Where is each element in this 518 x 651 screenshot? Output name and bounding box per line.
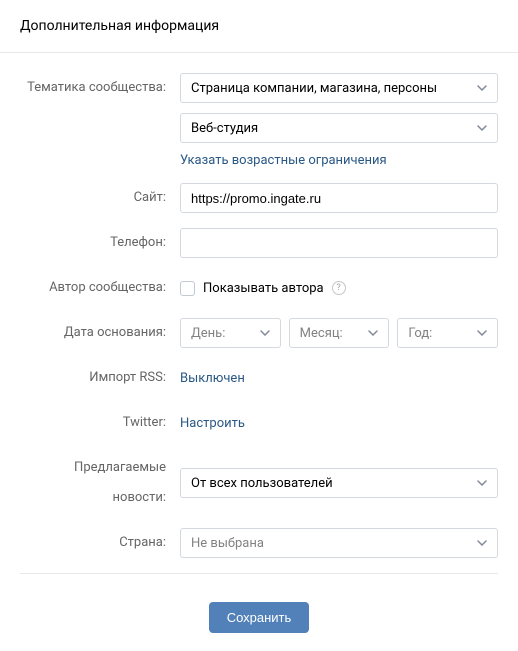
- chevron-down-icon: [477, 330, 487, 336]
- control-country: Не выбрана: [180, 528, 498, 558]
- author-checkbox-label: Показывать автора: [203, 281, 324, 296]
- age-restriction-link-text: Указать возрастные ограничения: [180, 153, 387, 168]
- row-phone: Телефон:: [20, 228, 498, 258]
- label-news: Предлагаемые новости:: [20, 453, 180, 513]
- select-foundation-year[interactable]: Год:: [397, 318, 498, 348]
- select-country-value: Не выбрана: [191, 536, 264, 551]
- button-area: Сохранить: [0, 584, 518, 651]
- row-site: Сайт:: [20, 183, 498, 213]
- control-site: [180, 183, 498, 213]
- foundation-date-group: День: Месяц: Год:: [180, 318, 498, 348]
- label-country: Страна:: [20, 528, 180, 558]
- row-topic: Тематика сообщества: Страница компании, …: [20, 73, 498, 168]
- row-foundation: Дата основания: День: Месяц: Год:: [20, 318, 498, 348]
- select-foundation-day[interactable]: День:: [180, 318, 281, 348]
- select-news[interactable]: От всех пользователей: [180, 468, 498, 498]
- chevron-down-icon: [368, 330, 378, 336]
- label-phone: Телефон:: [20, 228, 180, 258]
- label-topic: Тематика сообщества:: [20, 73, 180, 103]
- label-rss: Импорт RSS:: [20, 363, 180, 393]
- select-foundation-year-value: Год:: [408, 326, 432, 341]
- row-author: Автор сообщества: Показывать автора ?: [20, 273, 498, 303]
- author-checkbox[interactable]: [180, 281, 195, 296]
- phone-input-wrapper: [180, 228, 498, 258]
- row-rss: Импорт RSS: Выключен: [20, 363, 498, 393]
- label-author: Автор сообщества:: [20, 273, 180, 303]
- author-checkbox-row: Показывать автора ?: [180, 273, 498, 303]
- select-country[interactable]: Не выбрана: [180, 528, 498, 558]
- select-topic-category[interactable]: Страница компании, магазина, персоны: [180, 73, 498, 103]
- control-news: От всех пользователей: [180, 468, 498, 498]
- chevron-down-icon: [477, 540, 487, 546]
- twitter-link[interactable]: Настроить: [180, 416, 245, 431]
- control-phone: [180, 228, 498, 258]
- age-restriction-link[interactable]: Указать возрастные ограничения: [180, 153, 498, 168]
- rss-value-wrapper: Выключен: [180, 363, 498, 393]
- row-news: Предлагаемые новости: От всех пользовате…: [20, 453, 498, 513]
- row-twitter: Twitter: Настроить: [20, 408, 498, 438]
- label-twitter: Twitter:: [20, 408, 180, 438]
- site-input-wrapper: [180, 183, 498, 213]
- select-topic-category-value: Страница компании, магазина, персоны: [191, 81, 437, 96]
- row-country: Страна: Не выбрана: [20, 528, 498, 558]
- help-icon[interactable]: ?: [332, 281, 346, 295]
- page-header: Дополнительная информация: [0, 0, 518, 53]
- phone-input[interactable]: [191, 236, 487, 251]
- page-title: Дополнительная информация: [20, 18, 498, 34]
- site-input[interactable]: [191, 191, 487, 206]
- control-foundation: День: Месяц: Год:: [180, 318, 498, 348]
- control-rss: Выключен: [180, 363, 498, 393]
- twitter-value-wrapper: Настроить: [180, 408, 498, 438]
- chevron-down-icon: [477, 85, 487, 91]
- chevron-down-icon: [477, 125, 487, 131]
- save-button[interactable]: Сохранить: [209, 602, 310, 633]
- label-site: Сайт:: [20, 183, 180, 213]
- select-topic-subcategory-value: Веб-студия: [191, 121, 258, 136]
- select-foundation-month[interactable]: Месяц:: [289, 318, 390, 348]
- select-news-value: От всех пользователей: [191, 476, 333, 491]
- rss-link[interactable]: Выключен: [180, 371, 245, 386]
- select-foundation-day-value: День:: [191, 326, 225, 341]
- form-area: Тематика сообщества: Страница компании, …: [0, 53, 518, 584]
- select-foundation-month-value: Месяц:: [300, 326, 343, 341]
- select-topic-subcategory[interactable]: Веб-студия: [180, 113, 498, 143]
- control-author: Показывать автора ?: [180, 273, 498, 303]
- control-twitter: Настроить: [180, 408, 498, 438]
- chevron-down-icon: [260, 330, 270, 336]
- chevron-down-icon: [477, 480, 487, 486]
- label-foundation: Дата основания:: [20, 318, 180, 348]
- divider: [20, 573, 498, 574]
- control-topic: Страница компании, магазина, персоны Веб…: [180, 73, 498, 168]
